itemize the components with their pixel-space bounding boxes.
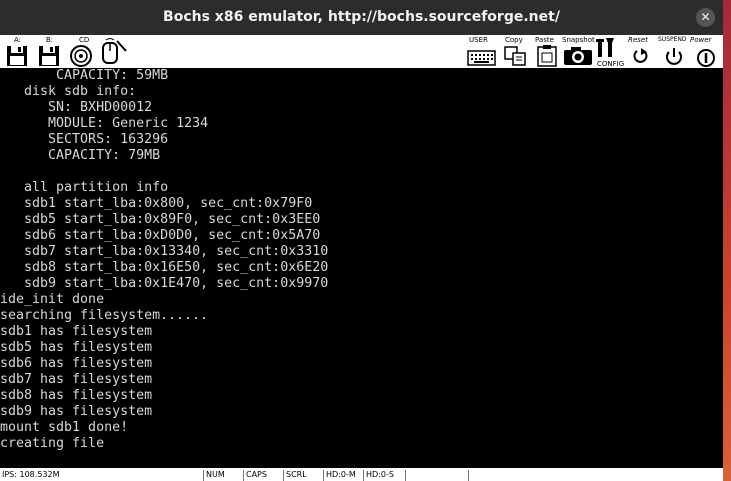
- console-line: sdb7 start_lba:0x13340, sec_cnt:0x3310: [0, 244, 329, 259]
- cdrom-icon: [70, 45, 92, 67]
- ips-readout: IPS: 108.532M: [2, 470, 60, 479]
- console-line: sdb6 start_lba:0xD0D0, sec_cnt:0x5A70: [0, 228, 321, 243]
- keyboard-icon: [467, 50, 496, 66]
- hd-slave-indicator: HD:0-S: [363, 470, 406, 481]
- config-label: CONFIG: [597, 60, 625, 68]
- copy-icon: [504, 46, 526, 66]
- reset-icon: [633, 48, 648, 63]
- paste-icon: [537, 45, 557, 67]
- num-lock-indicator: NUM: [203, 470, 242, 481]
- floppy-icon: [39, 46, 59, 66]
- power-icon: [697, 49, 715, 67]
- console-line: mount sdb1 done!: [0, 420, 129, 435]
- console-line: sdb8 has filesystem: [0, 388, 153, 403]
- console-line: SECTORS: 163296: [0, 132, 169, 147]
- console-line: sdb7 has filesystem: [0, 372, 153, 387]
- console-line: sdb9 has filesystem: [0, 404, 153, 419]
- config-button[interactable]: CONFIG: [596, 36, 626, 68]
- console-line: ide_init done: [0, 292, 105, 307]
- close-button[interactable]: ✕: [696, 8, 715, 27]
- hd-master-indicator: HD:0-M: [323, 470, 364, 481]
- console-line: sdb6 has filesystem: [0, 356, 153, 371]
- close-icon: ✕: [700, 10, 711, 24]
- reset-label: Reset: [628, 36, 648, 44]
- power-button[interactable]: Power: [690, 36, 723, 67]
- status-cell-empty-2: [468, 470, 531, 481]
- console-line: searching filesystem......: [0, 308, 209, 323]
- console-line: MODULE: Generic 1234: [0, 116, 209, 131]
- bochs-toolbar: A: B: CD USER Copy Paste Snapshot CONFIG…: [0, 35, 723, 69]
- suspend-button[interactable]: SUSPEND: [658, 36, 690, 67]
- snapshot-button[interactable]: Snapshot: [562, 36, 596, 67]
- console-line: CAPACITY: 79MB: [0, 148, 161, 163]
- floppy-icon: [7, 46, 27, 66]
- scroll-lock-indicator: SCRL: [283, 470, 322, 481]
- user-label: USER: [469, 36, 488, 44]
- user-button[interactable]: USER: [466, 36, 498, 67]
- copy-button[interactable]: Copy: [502, 36, 530, 67]
- console-line: sdb5 start_lba:0x89F0, sec_cnt:0x3EE0: [0, 212, 321, 227]
- floppy-b-button[interactable]: B:: [36, 36, 64, 67]
- console-line: disk sdb info:: [0, 84, 137, 99]
- caps-lock-indicator: CAPS: [243, 470, 282, 481]
- console-line: sdb9 start_lba:0x1E470, sec_cnt:0x9970: [0, 276, 329, 291]
- console-line: SN: BXHD00012: [0, 100, 153, 115]
- status-bar: IPS: 108.532M NUM CAPS SCRL HD:0-M HD:0-…: [0, 468, 723, 481]
- suspend-icon: [666, 48, 682, 65]
- bochs-window: Bochs x86 emulator, http://bochs.sourcef…: [0, 0, 723, 481]
- camera-icon: [564, 47, 592, 65]
- window-title: Bochs x86 emulator, http://bochs.sourcef…: [163, 9, 560, 25]
- mouse-icon: [102, 38, 127, 64]
- reset-button[interactable]: Reset: [628, 36, 658, 67]
- power-label: Power: [690, 36, 712, 44]
- console-line: CAPACITY: 59MB: [0, 68, 169, 83]
- status-cell-empty-1: [405, 470, 468, 481]
- cdrom-button[interactable]: CD: [68, 36, 96, 67]
- console-line: sdb8 start_lba:0x16E50, sec_cnt:0x6E20: [0, 260, 329, 275]
- mouse-button[interactable]: [98, 36, 128, 67]
- console-line: creating file: [0, 436, 105, 451]
- title-bar[interactable]: Bochs x86 emulator, http://bochs.sourcef…: [0, 0, 723, 35]
- console-line: sdb1 start_lba:0x800, sec_cnt:0x79F0: [0, 196, 313, 211]
- console-line: all partition info: [0, 180, 169, 195]
- suspend-label: SUSPEND: [658, 36, 687, 43]
- paste-button[interactable]: Paste: [534, 36, 562, 67]
- vga-console[interactable]: CAPACITY: 59MB disk sdb info: SN: BXHD00…: [0, 68, 723, 468]
- console-line: sdb1 has filesystem: [0, 324, 153, 339]
- console-line: sdb5 has filesystem: [0, 340, 153, 355]
- floppy-a-button[interactable]: A:: [4, 36, 32, 67]
